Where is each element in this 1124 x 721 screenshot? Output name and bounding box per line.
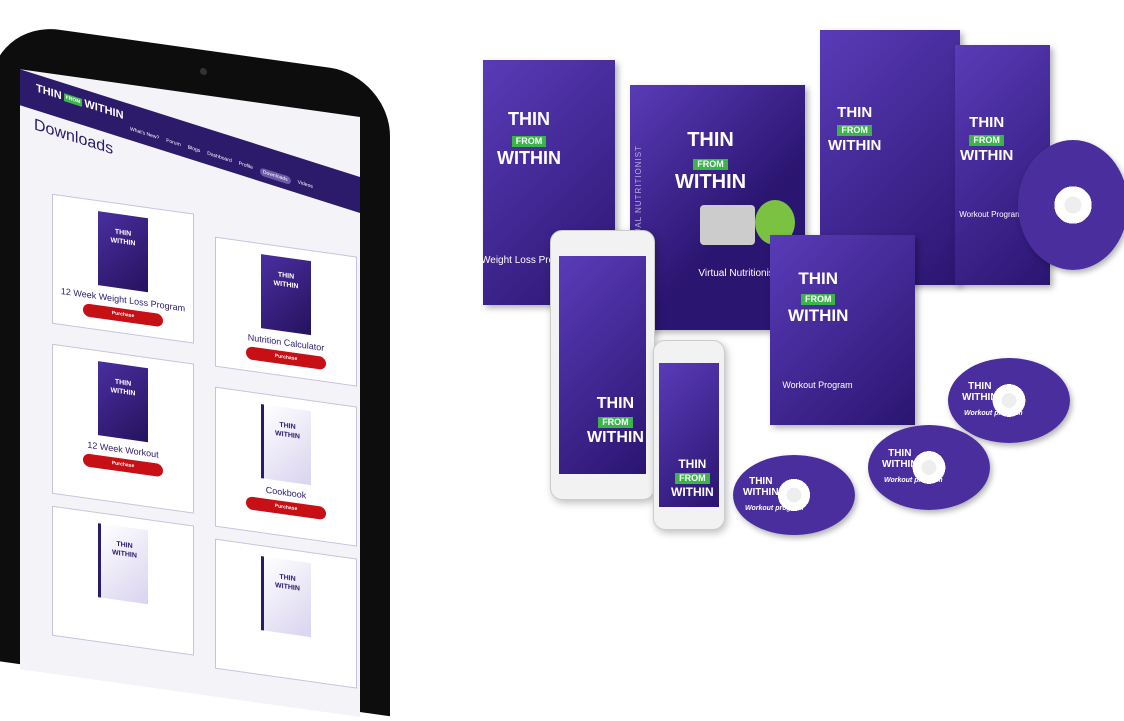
nav-whats-new[interactable]: What's New? [130, 126, 159, 143]
nav-blogs[interactable]: Blogs [188, 144, 201, 156]
tablet-device: THIN FROM WITHIN [550, 230, 655, 500]
disc: THIN WITHIN Workout program [868, 425, 990, 510]
nav-downloads[interactable]: Downloads [259, 167, 291, 185]
product-card: THIN WITHIN Nutrition Calculator Purchase [215, 236, 357, 387]
product-cover: THIN WITHIN [98, 523, 148, 605]
tablet-mockup: THIN FROM WITHIN What's New? Forum Blogs D… [0, 20, 390, 718]
product-cover: THIN WITHIN [261, 556, 311, 638]
product-card: THIN WITHIN [215, 538, 357, 689]
camera [200, 67, 207, 76]
product-cover: THIN WITHIN [261, 254, 311, 336]
logo[interactable]: THIN FROM WITHIN [36, 82, 124, 122]
disc [1018, 140, 1124, 270]
product-card: THIN WITHIN 12 Week Workout Purchase [52, 343, 194, 514]
tablet-screen: THIN FROM WITHIN What's New? Forum Blogs D… [20, 69, 360, 718]
nav-forum[interactable]: Forum [166, 138, 180, 151]
product-cover: THIN WITHIN [261, 404, 311, 486]
nav-dashboard[interactable]: Dashboard [207, 151, 231, 167]
product-cover: THIN WITHIN [98, 211, 148, 293]
phone-device: THIN FROM WITHIN [653, 340, 725, 530]
nav-videos[interactable]: Videos [298, 179, 313, 192]
nav-profile[interactable]: Profile [239, 161, 253, 173]
product-card: THIN WITHIN Cookbook Purchase [215, 386, 357, 547]
scale-image [700, 205, 755, 245]
workout-box: THIN FROM WITHIN Workout Program [770, 235, 915, 425]
disc: THIN WITHIN Workout program [948, 358, 1070, 443]
product-card: THIN WITHIN [52, 505, 194, 656]
product-card: THIN WITHIN 12 Week Weight Loss Program P… [52, 193, 194, 344]
product-cover: THIN WITHIN [98, 361, 148, 443]
disc: THIN WITHIN Workout program [733, 455, 855, 535]
